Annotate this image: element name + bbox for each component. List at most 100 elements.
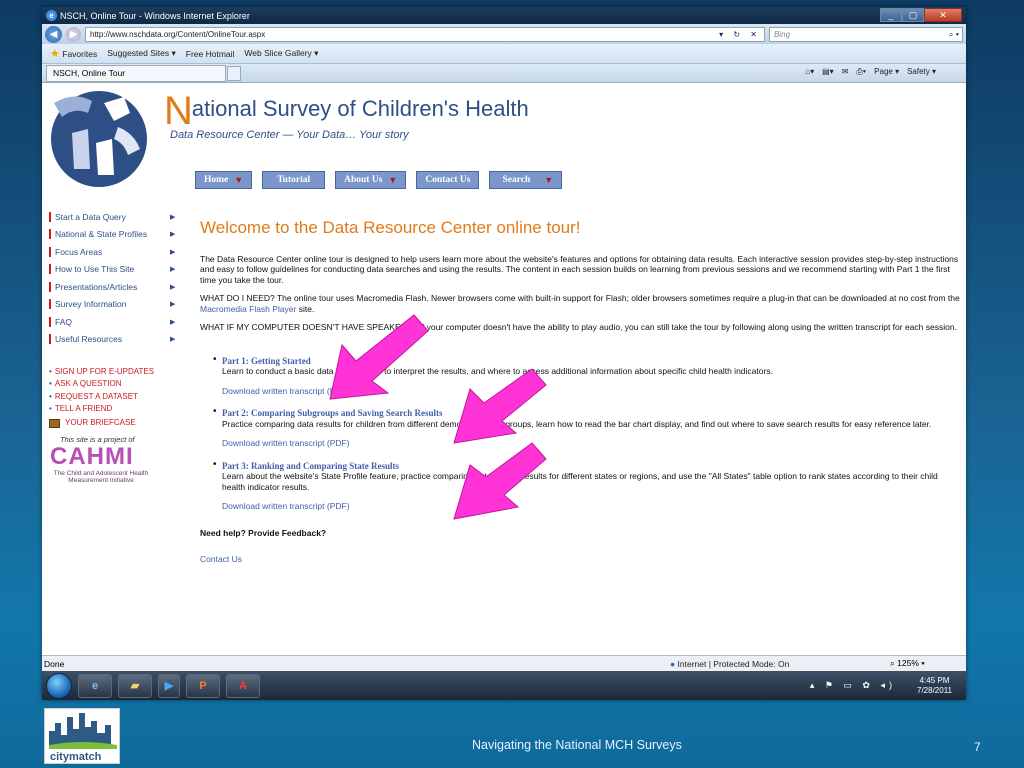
tab-row: NSCH, Online Tour ⌂▾ ▤▾ ✉ ⎙▾ Page ▾ Safe… [42,64,966,83]
back-button[interactable]: ◀ [45,25,62,43]
sidebar-item-start-query[interactable]: Start a Data Query ▶ [49,208,179,226]
cahmi-logo[interactable]: This site is a project of CAHMI The Chil… [46,435,156,507]
taskbar-powerpoint-icon[interactable]: P [186,673,220,698]
taskbar-ie-icon[interactable]: e [78,673,112,698]
url-text: http://www.nschdata.org/Content/OnlineTo… [90,29,266,39]
title-bar: e NSCH, Online Tour - Windows Internet E… [42,7,966,24]
slide-footer: Navigating the National MCH Surveys [472,738,682,752]
flash-player-link[interactable]: Macromedia Flash Player [200,304,296,314]
star-icon: ★ [50,48,60,60]
forward-button[interactable]: ▶ [66,26,81,42]
status-text: Done [44,658,65,669]
address-bar[interactable]: http://www.nschdata.org/Content/OnlineTo… [85,26,765,42]
briefcase-link[interactable]: YOUR BRIEFCASE [49,417,154,429]
nav-about-us[interactable]: About Us ▼ [335,171,407,189]
window-title: NSCH, Online Tour - Windows Internet Exp… [60,10,250,21]
arrow-icon: ▶ [170,213,176,221]
dropdown-icon: ▼ [388,175,398,185]
top-navigation: Home ▼ Tutorial About Us ▼ Contact Us Sear… [195,171,563,189]
web-slice-link[interactable]: Web Slice Gallery ▾ [244,48,318,59]
suggested-sites-link[interactable]: Suggested Sites ▾ [107,48,176,59]
print-icon[interactable]: ⎙▾ [856,67,866,77]
search-icon[interactable]: ⌕ ▾ [949,28,962,41]
browser-window: e NSCH, Online Tour - Windows Internet E… [42,7,966,700]
sidebar-item-faq[interactable]: FAQ ▶ [49,313,179,331]
citymatch-logo: citymatch [44,708,120,764]
briefcase-icon [49,418,60,428]
mail-icon[interactable]: ✉ [842,67,849,77]
sidebar-item-focus-areas[interactable]: Focus Areas ▶ [49,243,179,261]
clock[interactable]: 4:45 PM 7/28/2011 [917,676,952,696]
quick-links: • SIGN UP FOR E-UPDATES • ASK A QUESTION •… [49,366,154,429]
list-item: Part 2: Comparing Subgroups and Saving S… [213,407,960,449]
taskbar-folder-icon[interactable]: ▰ [118,673,152,698]
sidebar-item-resources[interactable]: Useful Resources ▶ [49,331,179,349]
start-button[interactable] [46,672,72,699]
status-bar: Done ● Internet | Protected Mode: On ⌕ 1… [42,655,966,671]
arrow-icon: ▶ [170,301,176,309]
zoom-level[interactable]: ⌕ 125% ▾ [890,658,925,669]
contact-us-link[interactable]: Contact Us [200,554,960,565]
sidebar-item-profiles[interactable]: National & State Profiles ▶ [49,226,179,244]
feeds-icon[interactable]: ▤▾ [822,67,834,77]
site-tagline: Data Resource Center — Your Data… Your s… [170,129,409,141]
arrow-icon: ▶ [170,248,176,256]
children-hands-logo [51,91,147,187]
speakers-text: WHAT IF MY COMPUTER DOESN'T HAVE SPEAKER… [200,322,957,332]
favorites-bar: ★ Favorites Suggested Sites ▾ Free Hotma… [42,44,966,64]
request-dataset-link[interactable]: • REQUEST A DATASET [49,391,154,403]
city-skyline-icon: citymatch [49,713,117,763]
favorites-button[interactable]: ★ Favorites [50,47,97,60]
page-content: National Survey of Children's Health Dat… [42,83,966,655]
refresh-stop-icons[interactable]: ▾ ↻ ✕ [719,28,764,41]
intro-text: The Data Resource Center online tour is … [200,253,959,285]
tour-parts: Part 1: Getting Started Learn to conduct… [200,355,960,512]
nav-tutorial[interactable]: Tutorial [262,171,326,189]
part-1-link[interactable]: Part 1: Getting Started [222,356,960,367]
close-button[interactable]: ✕ [924,8,962,22]
part-3-transcript-link[interactable]: Download written transcript (PDF) [222,501,960,512]
minimize-button[interactable]: _ [880,8,902,22]
svg-text:citymatch: citymatch [50,751,102,763]
dropdown-icon: ▼ [544,175,554,185]
page-menu[interactable]: Page ▾ [874,67,899,77]
sidebar-item-presentations[interactable]: Presentations/Articles ▶ [49,278,179,296]
magnifier-icon: ⌕ [890,658,895,668]
sidebar-menu: Start a Data Query ▶ National & State Pro… [49,208,179,348]
slide-page-number: 7 [974,740,981,754]
part-3-link[interactable]: Part 3: Ranking and Comparing State Resu… [222,461,960,472]
site-title: National Survey of Children's Health [164,89,529,133]
part-2-link[interactable]: Part 2: Comparing Subgroups and Saving S… [222,408,960,419]
search-box[interactable]: Bing ⌕ ▾ [769,26,963,42]
home-icon[interactable]: ⌂▾ [805,67,814,77]
globe-icon: ● [670,658,676,669]
list-item: Part 3: Ranking and Comparing State Resu… [213,460,960,512]
hotmail-link[interactable]: Free Hotmail [186,49,235,59]
ask-question-link[interactable]: • ASK A QUESTION [49,378,154,390]
search-placeholder: Bing [774,29,791,39]
nav-contact-us[interactable]: Contact Us [416,171,480,189]
nav-search[interactable]: Search ▼ [489,171,563,189]
arrow-icon: ▶ [170,283,176,291]
tab-nsch[interactable]: NSCH, Online Tour [46,64,226,82]
taskbar-media-icon[interactable]: ▶ [158,673,180,698]
tell-friend-link[interactable]: • TELL A FRIEND [49,403,154,415]
system-tray[interactable]: ▴ ⚑ ▭ ✿ ◂) [810,680,896,691]
page-heading: Welcome to the Data Resource Center onli… [200,218,581,237]
nav-home[interactable]: Home ▼ [195,171,253,189]
taskbar-acrobat-icon[interactable]: A [226,673,260,698]
arrow-icon: ▶ [170,231,176,239]
part-2-transcript-link[interactable]: Download written transcript (PDF) [222,438,960,449]
signup-link[interactable]: • SIGN UP FOR E-UPDATES [49,366,154,378]
windows-taskbar: e ▰ ▶ P A ▴ ⚑ ▭ ✿ ◂) 4:45 PM 7/28/2011 [42,671,966,700]
part-1-transcript-link[interactable]: Download written transcript (PDF) [222,386,960,397]
help-heading: Need help? Provide Feedback? [200,527,327,538]
sidebar-item-how-to-use[interactable]: How to Use This Site ▶ [49,261,179,279]
maximize-button[interactable]: ▢ [902,8,924,22]
safety-menu[interactable]: Safety ▾ [907,67,936,77]
address-row: ◀ ▶ http://www.nschdata.org/Content/Onli… [42,24,966,44]
sidebar-item-survey-info[interactable]: Survey Information ▶ [49,296,179,314]
ie-icon: e [46,10,57,21]
list-item: Part 1: Getting Started Learn to conduct… [213,355,960,397]
new-tab-button[interactable] [227,65,241,81]
